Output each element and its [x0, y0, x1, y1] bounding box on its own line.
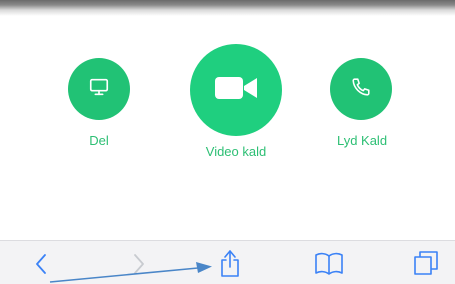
- browser-toolbar: [0, 240, 455, 284]
- monitor-icon: [88, 76, 110, 103]
- video-call-button[interactable]: [190, 44, 282, 136]
- share-label: Del: [89, 133, 109, 148]
- video-camera-icon: [213, 73, 259, 108]
- chevron-right-icon[interactable]: [132, 253, 146, 280]
- top-shadow: [0, 0, 455, 16]
- share-icon[interactable]: [218, 246, 242, 283]
- video-call-label: Video kald: [205, 144, 267, 159]
- audio-call-button[interactable]: [330, 58, 392, 120]
- tabs-icon[interactable]: [412, 249, 440, 282]
- book-icon[interactable]: [314, 251, 344, 280]
- share-screen-button[interactable]: [68, 58, 130, 120]
- phone-icon: [350, 76, 372, 103]
- audio-call-label: Lyd Kald: [336, 133, 388, 148]
- chevron-left-icon[interactable]: [34, 253, 48, 280]
